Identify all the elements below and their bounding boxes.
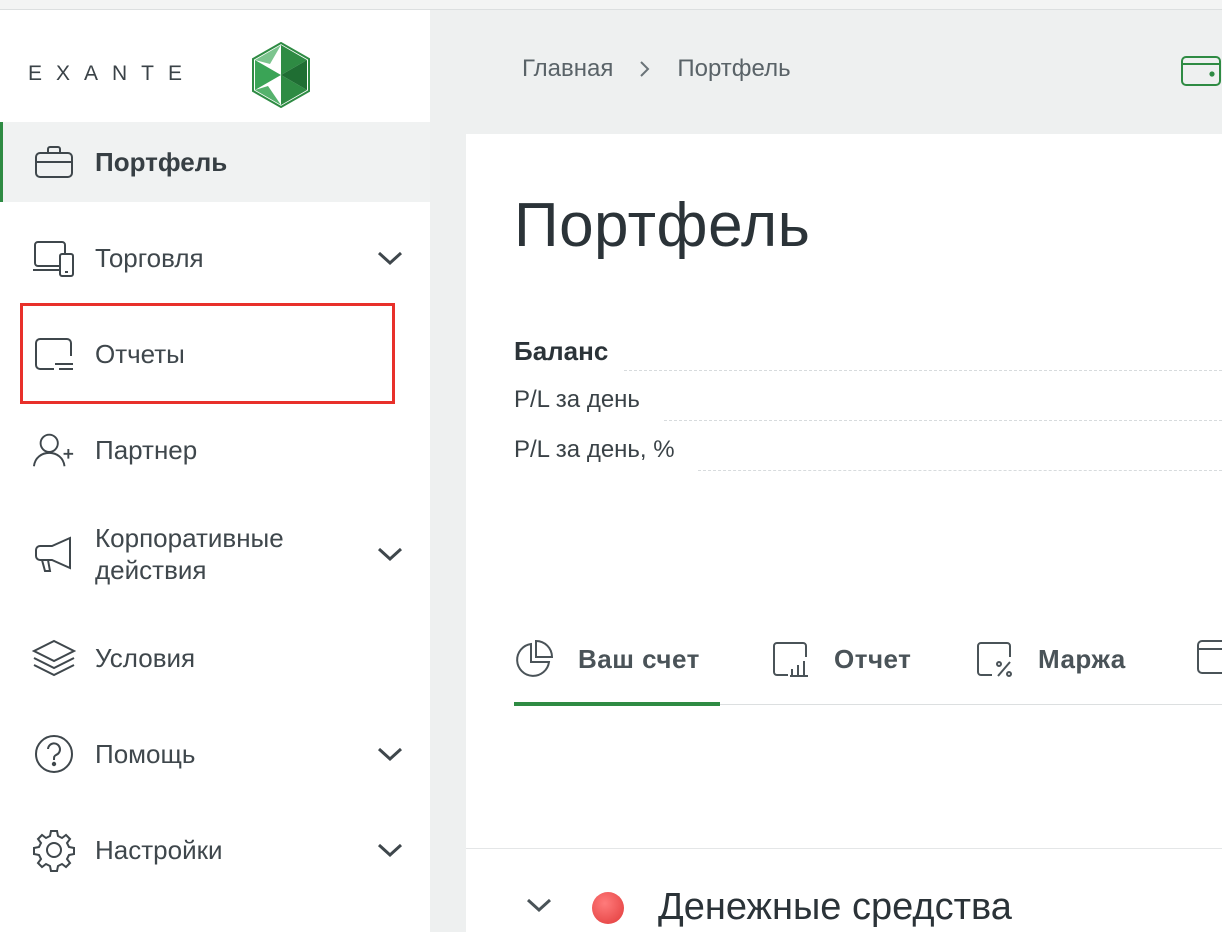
chevron-right-icon [639, 60, 651, 78]
breadcrumb-home[interactable]: Главная [522, 55, 613, 83]
briefcase-icon [32, 140, 76, 184]
sidebar-item-label: Настройки [95, 835, 223, 865]
page-title: Портфель [514, 191, 811, 260]
tab-report[interactable]: Отчет [770, 614, 930, 704]
megaphone-icon [32, 532, 76, 576]
chevron-down-icon[interactable] [374, 242, 406, 274]
sidebar-item-settings[interactable]: Настройки [0, 810, 430, 890]
status-dot [592, 891, 624, 924]
logo[interactable]: EXANTE [28, 40, 328, 110]
gear-icon [32, 828, 76, 872]
help-icon [32, 732, 76, 776]
pie-chart-icon [514, 639, 554, 679]
sidebar-item-label: Портфель [95, 147, 228, 177]
tab-label: Отчет [834, 643, 912, 674]
cash-section-header[interactable]: Денежные средства [526, 886, 1012, 929]
sidebar: EXANTE Портфель Торговля Отчеты Партнер … [0, 10, 430, 932]
sidebar-item-portfolio[interactable]: Портфель [0, 122, 430, 202]
sidebar-item-trading[interactable]: Торговля [0, 218, 430, 298]
sidebar-item-corporate-actions[interactable]: Корпоративные действия [0, 514, 430, 594]
tab-label: Ваш счет [578, 643, 700, 674]
exante-logo-icon [252, 42, 310, 108]
tab-account[interactable]: Ваш счет [514, 614, 720, 706]
balance-label: Баланс [514, 336, 609, 366]
dotted-leader [698, 470, 1222, 471]
tab-margin[interactable]: Маржа [974, 614, 1154, 704]
bar-report-icon [770, 639, 810, 679]
sidebar-item-label: Корпоративные действия [95, 522, 284, 586]
window-top-border [0, 0, 1222, 10]
chevron-down-icon[interactable] [374, 738, 406, 770]
sidebar-item-partner[interactable]: Партнер [0, 410, 430, 490]
wallet-icon[interactable] [1180, 54, 1222, 93]
sidebar-item-label: Условия [95, 643, 196, 673]
pl-day-pct-label: P/L за день, % [514, 436, 675, 463]
calendar-icon [1196, 637, 1222, 682]
layers-icon [32, 636, 76, 680]
chevron-down-icon[interactable] [526, 897, 552, 918]
dotted-leader [664, 420, 1222, 421]
pl-day-label: P/L за день [514, 386, 640, 413]
section-divider [466, 848, 1222, 849]
chevron-down-icon[interactable] [374, 538, 406, 570]
devices-icon [32, 236, 76, 280]
sidebar-item-help[interactable]: Помощь [0, 714, 430, 794]
sidebar-item-label: Помощь [95, 739, 196, 769]
highlight-box [20, 303, 395, 404]
user-plus-icon [32, 428, 76, 472]
sidebar-item-terms[interactable]: Условия [0, 618, 430, 698]
breadcrumb-current: Портфель [677, 55, 791, 82]
tab-more[interactable] [1196, 614, 1222, 704]
tab-bar: Ваш счет Отчет Маржа [514, 614, 1222, 706]
sidebar-item-label-line2: действия [95, 555, 207, 585]
chevron-down-icon[interactable] [374, 834, 406, 866]
dotted-leader [624, 370, 1222, 371]
percent-icon [974, 639, 1014, 679]
sidebar-item-label: Партнер [95, 435, 198, 465]
tab-label: Маржа [1038, 643, 1126, 674]
main-content: Портфель Баланс P/L за день P/L за день,… [466, 134, 1222, 932]
cash-section-label: Денежные средства [658, 886, 1012, 928]
logo-text: EXANTE [28, 62, 197, 85]
breadcrumb: Главная Портфель [522, 55, 791, 83]
sidebar-item-label: Торговля [95, 243, 204, 273]
sidebar-item-label-line1: Корпоративные [95, 523, 284, 553]
